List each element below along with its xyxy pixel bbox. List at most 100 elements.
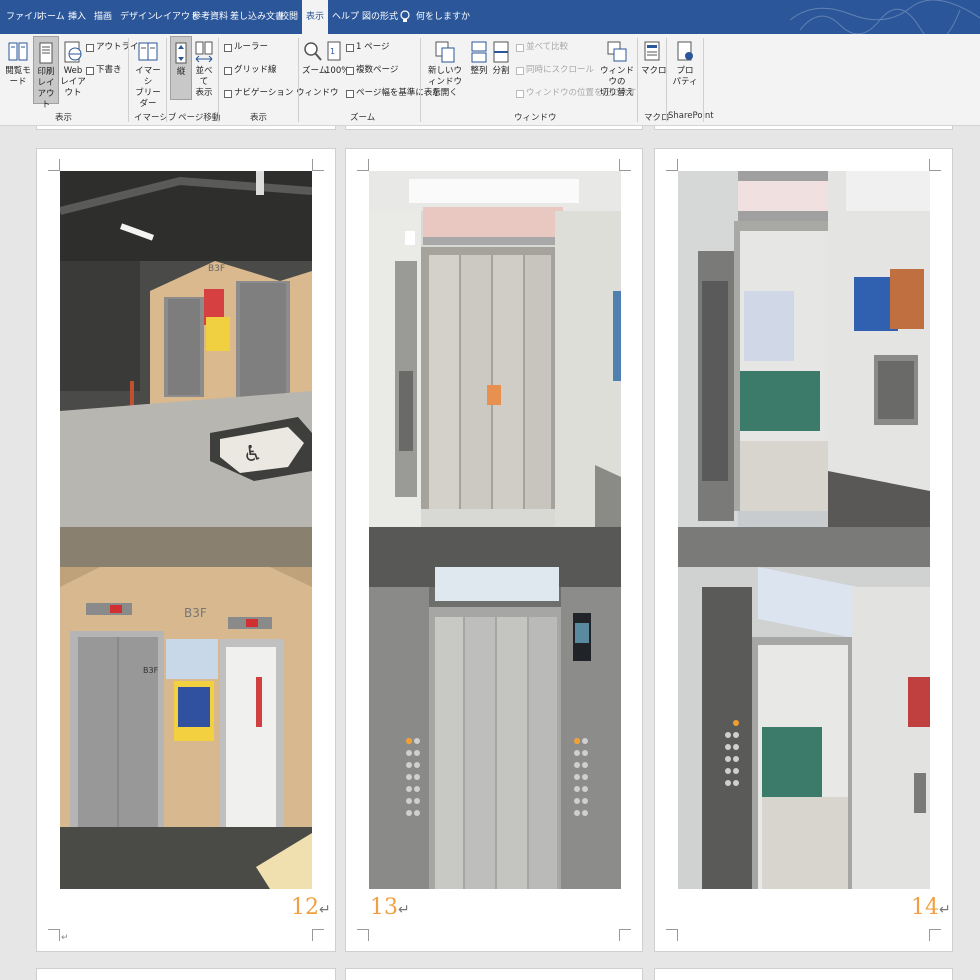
arrange-all-label: 整列 xyxy=(470,66,488,76)
crop-mark xyxy=(619,159,631,171)
ribbon-separator xyxy=(420,38,421,122)
arrange-all-button[interactable]: 整列 xyxy=(468,40,490,77)
group-label-show: 表示 xyxy=(250,113,268,123)
group-label-window: ウィンドウ xyxy=(514,113,557,123)
web-layout-label: Web レイアウト xyxy=(60,66,86,98)
tab-design[interactable]: デザイン xyxy=(120,0,156,34)
draft-button[interactable]: 下書き xyxy=(86,65,122,76)
new-window-button[interactable]: 新しいウィンドウ を開く xyxy=(424,40,466,99)
crop-mark xyxy=(929,159,941,171)
zoom-button[interactable]: ズーム xyxy=(302,40,327,77)
ruler-checkbox[interactable]: ルーラー xyxy=(224,42,268,53)
web-layout-button[interactable]: Web レイアウト xyxy=(60,40,86,99)
outline-icon xyxy=(86,43,94,52)
side-by-side-button[interactable]: 並べて 表示 xyxy=(193,40,215,99)
sync-scroll-button[interactable]: 同時にスクロール xyxy=(516,65,594,76)
ribbon-separator xyxy=(637,38,638,122)
switch-windows-button[interactable]: ウィンドウの 切り替え xyxy=(600,40,634,99)
print-layout-button[interactable]: 印刷 レイアウト xyxy=(33,36,59,110)
group-label-page-movement: ページ移動 xyxy=(178,113,221,123)
tab-home[interactable]: ホーム xyxy=(38,0,65,34)
photo-inside-cabin-open[interactable] xyxy=(678,171,930,527)
group-label-views: 表示 xyxy=(55,113,73,123)
page-number-12: 12↵ xyxy=(291,895,331,920)
print-layout-icon xyxy=(39,42,53,64)
tab-insert[interactable]: 挿入 xyxy=(68,0,86,34)
ruler-checkbox-box[interactable] xyxy=(224,43,232,52)
document-page-12[interactable]: ♿ B3F B3F B3F 12↵ ↵ xyxy=(36,148,336,952)
crop-mark xyxy=(619,929,631,941)
immersive-reader-button[interactable]: イマーシ ブリーダー xyxy=(132,40,164,110)
svg-text:♿: ♿ xyxy=(243,442,263,467)
tab-view[interactable]: 表示 xyxy=(302,0,329,34)
side-compare-label: 並べて比較 xyxy=(526,42,569,52)
tab-help[interactable]: ヘルプ xyxy=(332,0,359,34)
multi-page-button[interactable]: 複数ページ xyxy=(346,65,398,76)
tab-draw[interactable]: 描画 xyxy=(94,0,112,34)
photo-elevator-cabin-door[interactable] xyxy=(369,171,621,527)
crop-mark xyxy=(48,929,60,941)
split-button[interactable]: 分割 xyxy=(491,40,511,77)
nav-pane-checkbox[interactable]: ナビゲーション ウィンドウ xyxy=(224,88,339,99)
split-icon xyxy=(493,41,509,63)
crop-mark xyxy=(48,159,60,171)
split-label: 分割 xyxy=(492,66,510,76)
zoom-100-button[interactable]: 1 100% xyxy=(325,40,349,77)
tab-references[interactable]: 参考資料 xyxy=(192,0,228,34)
vertical-movement-button[interactable]: 縦 xyxy=(170,36,192,100)
immersive-reader-icon xyxy=(138,42,158,61)
nav-pane-checkbox-box[interactable] xyxy=(224,89,232,98)
properties-label: プロ パティ xyxy=(672,66,698,87)
macro-button[interactable]: マクロ xyxy=(641,40,667,77)
document-canvas[interactable]: ♿ B3F B3F B3F 12↵ ↵ 13↵ 14↵ xyxy=(0,126,980,980)
return-mark: ↵ xyxy=(398,902,410,918)
gridlines-checkbox[interactable]: グリッド線 xyxy=(224,65,277,76)
read-mode-button[interactable]: 閲覧モード xyxy=(4,40,32,88)
next-page-top xyxy=(654,968,953,980)
print-layout-label: 印刷 レイアウト xyxy=(37,67,55,110)
photo-elevator-doors-b3f[interactable]: B3F B3F xyxy=(60,527,312,889)
page-width-icon xyxy=(346,89,354,98)
menu-bar: ファイル ホーム 挿入 描画 デザイン レイアウト 参考資料 差し込み文書 校閲… xyxy=(0,0,980,34)
photo-elevator-hall-wide[interactable]: ♿ B3F xyxy=(60,171,312,527)
multi-page-label: 複数ページ xyxy=(356,65,399,75)
tab-review[interactable]: 校閲 xyxy=(280,0,298,34)
ribbon-separator xyxy=(218,38,219,122)
svg-text:1: 1 xyxy=(330,47,335,56)
group-label-immersive: イマーシブ xyxy=(134,113,177,123)
tab-file[interactable]: ファイル xyxy=(6,0,42,34)
reset-position-icon xyxy=(516,89,524,98)
new-window-label: 新しいウィンドウ を開く xyxy=(427,66,462,98)
macro-icon xyxy=(644,41,660,61)
tab-mailings[interactable]: 差し込み文書 xyxy=(230,0,284,34)
document-page-13[interactable]: 13↵ xyxy=(345,148,643,952)
photo-floor-sign: B3F xyxy=(184,606,207,620)
gridlines-label: グリッド線 xyxy=(234,65,277,75)
multi-page-icon xyxy=(346,66,354,75)
gridlines-checkbox-box[interactable] xyxy=(224,66,232,75)
side-compare-button[interactable]: 並べて比較 xyxy=(516,42,568,53)
one-page-button[interactable]: 1 ページ xyxy=(346,42,389,53)
crop-mark xyxy=(929,929,941,941)
next-page-top xyxy=(345,968,643,980)
ribbon-separator xyxy=(298,38,299,122)
page-number-13: 13↵ xyxy=(370,895,410,920)
vertical-arrows-icon xyxy=(175,42,187,64)
web-layout-icon xyxy=(64,41,82,63)
document-page-14[interactable]: 14↵ xyxy=(654,148,953,952)
tab-picture-format[interactable]: 図の形式 xyxy=(362,0,398,34)
side-by-side-label: 並べて 表示 xyxy=(195,66,213,98)
photo-sign-b3f: B3F xyxy=(208,264,225,274)
new-window-icon xyxy=(435,41,455,63)
photo-cabin-exit-view[interactable] xyxy=(678,527,930,889)
properties-button[interactable]: プロ パティ xyxy=(672,40,698,88)
group-label-sharepoint: SharePoint xyxy=(668,111,714,121)
draft-icon xyxy=(86,66,94,75)
switch-windows-label: ウィンドウの 切り替え xyxy=(600,66,635,98)
photo-elevator-lobby-door[interactable] xyxy=(369,527,621,889)
one-page-label: 1 ページ xyxy=(356,42,390,52)
ribbon: 閲覧モード 印刷 レイアウト Web レイアウト アウトライン 下書き 表示 イ… xyxy=(0,34,980,126)
tell-me-search[interactable]: 何をしますか xyxy=(416,0,470,34)
ribbon-separator xyxy=(703,38,704,122)
title-bar-pattern xyxy=(790,0,980,34)
